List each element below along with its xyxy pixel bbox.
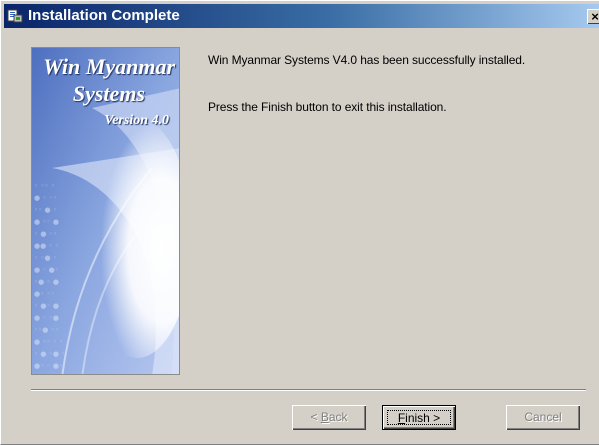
svg-text:◦ ●◦ ●: ◦ ●◦ ● bbox=[34, 302, 59, 310]
svg-text:◦◦● ◦◦: ◦◦● ◦◦ bbox=[34, 326, 59, 334]
svg-text:● ◦ ◦●: ● ◦ ◦● bbox=[34, 314, 59, 322]
svg-text:◦ ● ◦● ◦: ◦ ● ◦● ◦ bbox=[34, 350, 65, 358]
back-prefix: < bbox=[310, 410, 321, 424]
finish-instruction: Press the Finish button to exit this ins… bbox=[208, 100, 447, 114]
close-button[interactable]: × bbox=[587, 9, 599, 24]
finish-rest: inish > bbox=[405, 411, 441, 425]
window-title: Installation Complete bbox=[28, 7, 180, 24]
svg-text:◦ ● ◦◦: ◦ ● ◦◦ bbox=[34, 230, 57, 238]
svg-text:● ◦ ●◦: ● ◦ ●◦ bbox=[34, 266, 59, 274]
svg-text:◦◦ ● ◦: ◦◦ ● ◦ bbox=[34, 206, 57, 214]
svg-text:◦ ◦● ◦: ◦ ◦● ◦ bbox=[34, 254, 57, 262]
banner-title-line2: Systems bbox=[72, 81, 145, 106]
svg-text:●● ◦ ◦: ●● ◦ ◦ bbox=[34, 242, 59, 250]
banner-title-line1: Win Myanmar bbox=[43, 54, 175, 79]
finish-button[interactable]: Finish > bbox=[382, 405, 456, 430]
title-bar[interactable]: Installation Complete × bbox=[4, 4, 599, 28]
installer-icon bbox=[7, 8, 23, 24]
svg-text:●◦ ◦◦: ●◦ ◦◦ bbox=[34, 290, 55, 298]
svg-text:● ◦◦ ◦ ◦: ● ◦◦ ◦ ◦ bbox=[34, 338, 63, 346]
installation-complete-dialog: Installation Complete × ◦ ◦◦ ◦ ● ◦ ◦◦ ◦◦… bbox=[0, 0, 599, 445]
product-banner-image: ◦ ◦◦ ◦ ● ◦ ◦◦ ◦◦ ● ◦ ● ◦◦ ● ◦ ● ◦◦ ●● ◦ … bbox=[31, 47, 180, 375]
close-icon: × bbox=[591, 9, 599, 24]
banner-version: Version 4.0 bbox=[104, 113, 169, 128]
back-rest: ack bbox=[328, 410, 348, 424]
back-button[interactable]: < Back bbox=[292, 405, 366, 430]
svg-text:● ◦ ◦◦: ● ◦ ◦◦ bbox=[34, 194, 57, 202]
success-message: Win Myanmar Systems V4.0 has been succes… bbox=[208, 53, 526, 67]
svg-text:◦ ◦◦ ◦: ◦ ◦◦ ◦ bbox=[34, 182, 55, 190]
svg-text:● ◦◦ ●: ● ◦◦ ● bbox=[34, 218, 59, 226]
cancel-button[interactable]: Cancel bbox=[506, 405, 580, 430]
svg-text:◦● ◦ ●: ◦● ◦ ● bbox=[34, 278, 59, 286]
svg-text:●◦ ◦ ●◦: ●◦ ◦ ●◦ bbox=[34, 362, 63, 370]
back-accel: B bbox=[320, 410, 329, 424]
button-separator bbox=[31, 389, 586, 391]
